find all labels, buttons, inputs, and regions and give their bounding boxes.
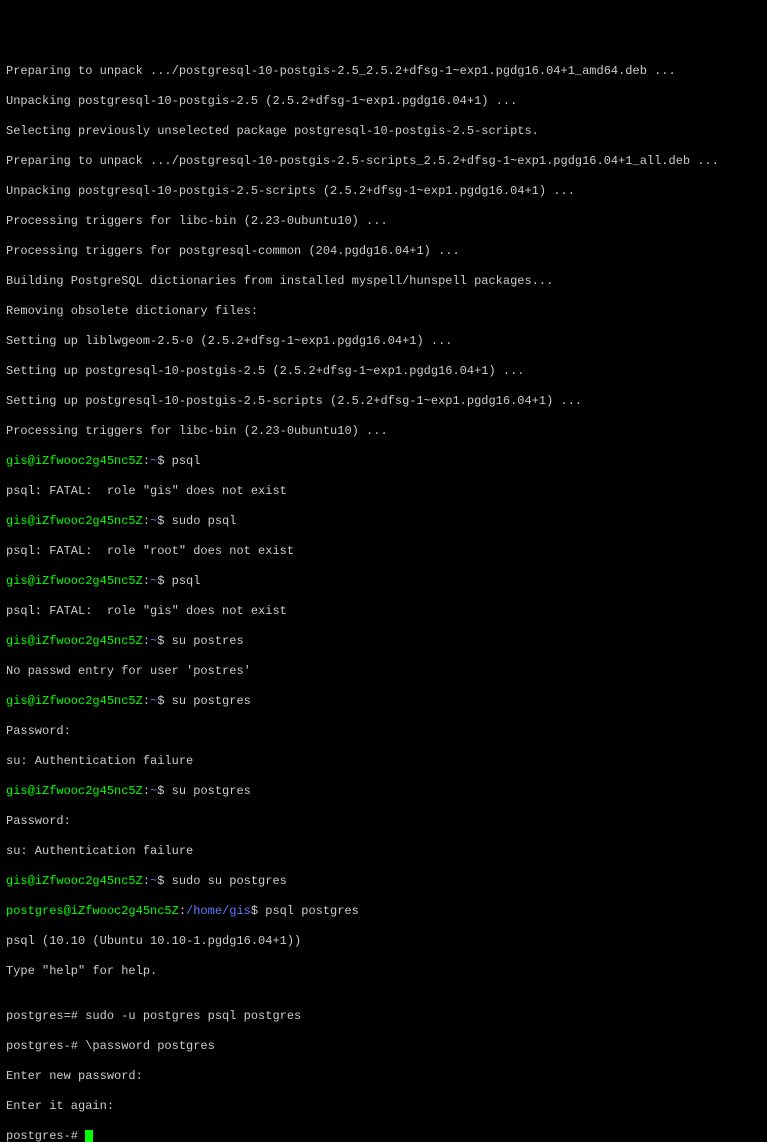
cursor-icon: [85, 1130, 93, 1142]
terminal-line: gis@iZfwooc2g45nc5Z:~$ su postres: [6, 634, 761, 649]
terminal-line: No passwd entry for user 'postres': [6, 664, 761, 679]
prompt-user: gis@iZfwooc2g45nc5Z: [6, 514, 143, 528]
terminal-line: gis@iZfwooc2g45nc5Z:~$ psql: [6, 454, 761, 469]
terminal-line: Building PostgreSQL dictionaries from in…: [6, 274, 761, 289]
terminal-line: psql (10.10 (Ubuntu 10.10-1.pgdg16.04+1)…: [6, 934, 761, 949]
terminal-line: gis@iZfwooc2g45nc5Z:~$ su postgres: [6, 784, 761, 799]
command-text: su postres: [172, 634, 244, 648]
terminal-line: postgres-#: [6, 1129, 761, 1142]
terminal-line: psql: FATAL: role "gis" does not exist: [6, 484, 761, 499]
prompt-user: gis@iZfwooc2g45nc5Z: [6, 874, 143, 888]
command-text: psql postgres: [265, 904, 359, 918]
terminal-line: su: Authentication failure: [6, 754, 761, 769]
terminal-line: Password:: [6, 724, 761, 739]
terminal-line: psql: FATAL: role "root" does not exist: [6, 544, 761, 559]
terminal-line: Type "help" for help.: [6, 964, 761, 979]
terminal-output[interactable]: Preparing to unpack .../postgresql-10-po…: [6, 64, 761, 1142]
terminal-line: gis@iZfwooc2g45nc5Z:~$ psql: [6, 574, 761, 589]
terminal-line: Password:: [6, 814, 761, 829]
terminal-line: su: Authentication failure: [6, 844, 761, 859]
terminal-line: Processing triggers for libc-bin (2.23-0…: [6, 424, 761, 439]
terminal-line: Unpacking postgresql-10-postgis-2.5 (2.5…: [6, 94, 761, 109]
prompt-user: gis@iZfwooc2g45nc5Z: [6, 574, 143, 588]
prompt-user: postgres@iZfwooc2g45nc5Z: [6, 904, 179, 918]
terminal-line: Processing triggers for libc-bin (2.23-0…: [6, 214, 761, 229]
terminal-line: postgres=# sudo -u postgres psql postgre…: [6, 1009, 761, 1024]
terminal-line: Unpacking postgresql-10-postgis-2.5-scri…: [6, 184, 761, 199]
terminal-line: Setting up liblwgeom-2.5-0 (2.5.2+dfsg-1…: [6, 334, 761, 349]
prompt-path: ~: [150, 694, 157, 708]
command-text: psql: [172, 454, 201, 468]
terminal-line: Setting up postgresql-10-postgis-2.5-scr…: [6, 394, 761, 409]
terminal-line: Enter new password:: [6, 1069, 761, 1084]
prompt-user: gis@iZfwooc2g45nc5Z: [6, 784, 143, 798]
terminal-line: Preparing to unpack .../postgresql-10-po…: [6, 64, 761, 79]
prompt-user: gis@iZfwooc2g45nc5Z: [6, 694, 143, 708]
command-text: su postgres: [172, 784, 251, 798]
terminal-line: Removing obsolete dictionary files:: [6, 304, 761, 319]
terminal-line: postgres@iZfwooc2g45nc5Z:/home/gis$ psql…: [6, 904, 761, 919]
command-text: sudo psql: [172, 514, 237, 528]
terminal-line: Preparing to unpack .../postgresql-10-po…: [6, 154, 761, 169]
terminal-line: Setting up postgresql-10-postgis-2.5 (2.…: [6, 364, 761, 379]
command-text: psql: [172, 574, 201, 588]
command-text: su postgres: [172, 694, 251, 708]
prompt-path: /home/gis: [186, 904, 251, 918]
terminal-line: Selecting previously unselected package …: [6, 124, 761, 139]
prompt-path: ~: [150, 874, 157, 888]
prompt-user: gis@iZfwooc2g45nc5Z: [6, 454, 143, 468]
terminal-line: Processing triggers for postgresql-commo…: [6, 244, 761, 259]
terminal-line: psql: FATAL: role "gis" does not exist: [6, 604, 761, 619]
prompt-path: ~: [150, 784, 157, 798]
command-text: sudo su postgres: [172, 874, 287, 888]
terminal-line: Enter it again:: [6, 1099, 761, 1114]
prompt-path: ~: [150, 574, 157, 588]
terminal-line: gis@iZfwooc2g45nc5Z:~$ sudo su postgres: [6, 874, 761, 889]
terminal-line: postgres-# \password postgres: [6, 1039, 761, 1054]
prompt-user: gis@iZfwooc2g45nc5Z: [6, 634, 143, 648]
terminal-line: gis@iZfwooc2g45nc5Z:~$ sudo psql: [6, 514, 761, 529]
prompt-path: ~: [150, 634, 157, 648]
terminal-line: gis@iZfwooc2g45nc5Z:~$ su postgres: [6, 694, 761, 709]
